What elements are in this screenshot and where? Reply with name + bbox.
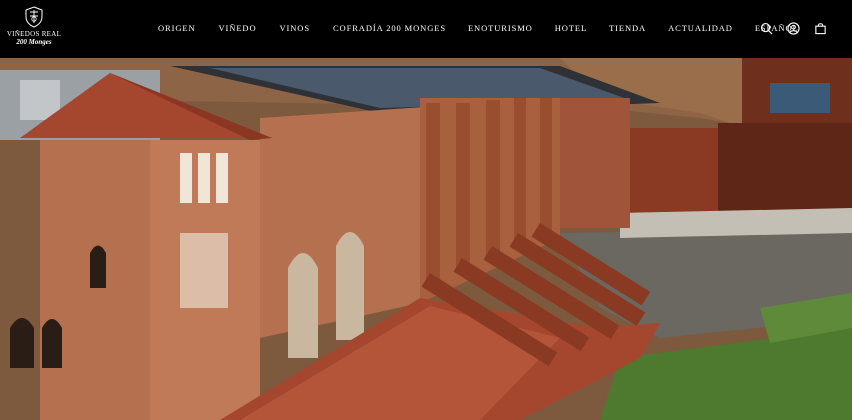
search-icon[interactable]	[760, 22, 773, 35]
nav-item-actualidad[interactable]: ACTUALIDAD	[668, 23, 733, 33]
cart-icon[interactable]	[814, 22, 827, 35]
header-actions	[760, 22, 827, 35]
nav-item-origen[interactable]: ORIGEN	[158, 23, 196, 33]
brand-subtitle: 200 Monges	[16, 38, 52, 46]
site-header: VIÑEDOS REAL 200 Monges ORIGEN VIÑEDO VI…	[0, 0, 852, 58]
nav-item-enoturismo[interactable]: ENOTURISMO	[468, 23, 533, 33]
nav-item-vinedo[interactable]: VIÑEDO	[219, 23, 257, 33]
nav-item-cofradia[interactable]: COFRADÍA 200 MONGES	[333, 23, 446, 33]
nav-item-hotel[interactable]: HOTEL	[555, 23, 587, 33]
nav-item-tienda[interactable]: TIENDA	[609, 23, 646, 33]
brand-logo[interactable]: VIÑEDOS REAL 200 Monges	[6, 6, 62, 52]
hero-image-winery	[0, 58, 852, 420]
crest-icon	[25, 6, 43, 28]
nav-item-vinos[interactable]: VINOS	[280, 23, 310, 33]
account-icon[interactable]	[787, 22, 800, 35]
brand-name: VIÑEDOS REAL	[6, 30, 62, 38]
main-nav: ORIGEN VIÑEDO VINOS COFRADÍA 200 MONGES …	[158, 23, 799, 33]
winery-aerial-photo	[0, 58, 852, 420]
